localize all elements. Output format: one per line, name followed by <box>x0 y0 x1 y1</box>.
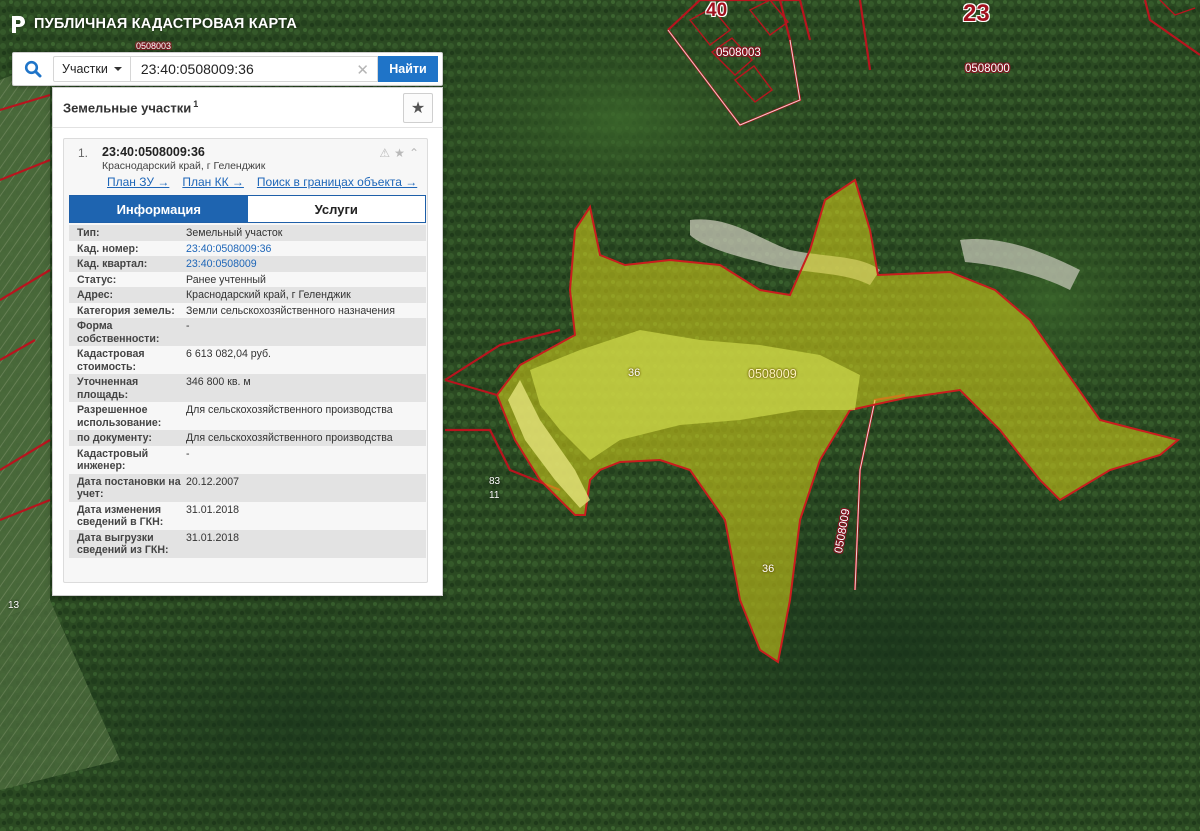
rosreestr-logo-icon[interactable] <box>10 15 27 34</box>
map-label-parcel: 11 <box>489 490 500 501</box>
map-label-quarter-center: 0508009 <box>748 367 797 381</box>
search-in-bounds-link[interactable]: Поиск в границах объекта → <box>257 175 417 189</box>
tab-information[interactable]: Информация <box>70 196 248 222</box>
result-tabs: Информация Услуги <box>69 195 426 223</box>
info-row-address: Адрес: Краснодарский край, г Геленджик <box>69 287 426 303</box>
star-icon[interactable]: ★ <box>394 146 405 160</box>
app-header: ПУБЛИЧНАЯ КАДАСТРОВАЯ КАРТА <box>10 12 297 36</box>
result-cadastral-number: 23:40:0508009:36 <box>102 145 205 159</box>
cad-quarter-link[interactable]: 23:40:0508009 <box>186 258 426 271</box>
info-row-ownership: Форма собственности: - <box>69 318 426 346</box>
chevron-down-icon <box>113 67 122 71</box>
result-count: 1 <box>193 99 199 110</box>
result-card-tools: ⚠ ★ ⌃ <box>379 146 419 160</box>
map-label-quarter: 0508003 <box>716 47 761 59</box>
warning-icon[interactable]: ⚠ <box>379 146 390 160</box>
info-row-area: Уточненная площадь: 346 800 кв. м <box>69 374 426 402</box>
result-address: Краснодарский край, г Геленджик <box>102 160 266 172</box>
results-panel: Земельные участки 1 ★ 1. 23:40:0508009:36… <box>52 87 443 596</box>
search-icon[interactable] <box>13 53 53 85</box>
farm-fields <box>0 60 50 620</box>
map-label-23: 23 <box>963 0 990 27</box>
map-label-parcel: 36 <box>762 563 775 575</box>
search-type-label: Участки <box>62 62 108 76</box>
search-bar: Участки 23:40:0508009:36 ✕ Найти <box>12 52 443 86</box>
map-label-parcel: 83 <box>489 476 501 487</box>
map-label-40: 40 <box>706 0 728 21</box>
clear-icon[interactable]: ✕ <box>356 61 369 79</box>
result-index: 1. <box>78 146 89 160</box>
plan-kk-link[interactable]: План КК → <box>182 175 244 189</box>
star-icon: ★ <box>410 99 426 117</box>
panel-header: Земельные участки 1 ★ <box>53 88 442 128</box>
info-row-type: Тип: Земельный участок <box>69 225 426 241</box>
info-row-change-date: Дата изменения сведений в ГКН: 31.01.2018 <box>69 501 426 530</box>
favorite-button[interactable]: ★ <box>403 92 433 123</box>
search-input[interactable]: 23:40:0508009:36 ✕ <box>130 56 378 82</box>
search-type-dropdown[interactable]: Участки <box>53 56 131 82</box>
map-label-parcel: 36 <box>628 367 641 379</box>
panel-title: Земельные участки 1 <box>63 99 199 116</box>
plan-zu-link[interactable]: План ЗУ → <box>107 175 169 189</box>
find-button[interactable]: Найти <box>378 56 438 82</box>
forest-light <box>400 10 840 230</box>
search-query-text: 23:40:0508009:36 <box>140 61 254 77</box>
app-title: ПУБЛИЧНАЯ КАДАСТРОВАЯ КАРТА <box>34 16 297 32</box>
chevron-up-icon[interactable]: ⌃ <box>409 146 419 160</box>
tab-services[interactable]: Услуги <box>247 196 425 222</box>
cad-number-link[interactable]: 23:40:0508009:36 <box>186 243 426 256</box>
info-table: Тип: Земельный участок Кад. номер: 23:40:0… <box>69 225 426 558</box>
map-label-quarter: 0508000 <box>965 63 1010 75</box>
info-row-export-date: Дата выгрузки сведений из ГКН: 31.01.2018 <box>69 529 426 558</box>
info-row-land-category: Категория земель: Земли сельскохозяйствен… <box>69 302 426 318</box>
info-row-by-document: по документу: Для сельскохозяйственного п… <box>69 430 426 446</box>
info-row-engineer: Кадастровый инженер: - <box>69 445 426 474</box>
map-label-quarter: 0508003 <box>136 41 172 51</box>
info-row-cad-number: Кад. номер: 23:40:0508009:36 <box>69 240 426 256</box>
info-row-permitted-use: Разрешенное использование: Для сельскохоз… <box>69 402 426 430</box>
map-label-parcel: 13 <box>8 600 20 611</box>
info-row-registration-date: Дата постановки на учет: 20.12.2007 <box>69 473 426 502</box>
result-links: План ЗУ → План КК → Поиск в границах объ… <box>107 175 417 189</box>
info-row-cadastral-value: Кадастровая стоимость: 6 613 082,04 руб. <box>69 346 426 374</box>
result-card: 1. 23:40:0508009:36 Краснодарский край, … <box>63 138 428 583</box>
info-row-status: Статус: Ранее учтенный <box>69 271 426 287</box>
info-row-cad-quarter: Кад. квартал: 23:40:0508009 <box>69 256 426 272</box>
